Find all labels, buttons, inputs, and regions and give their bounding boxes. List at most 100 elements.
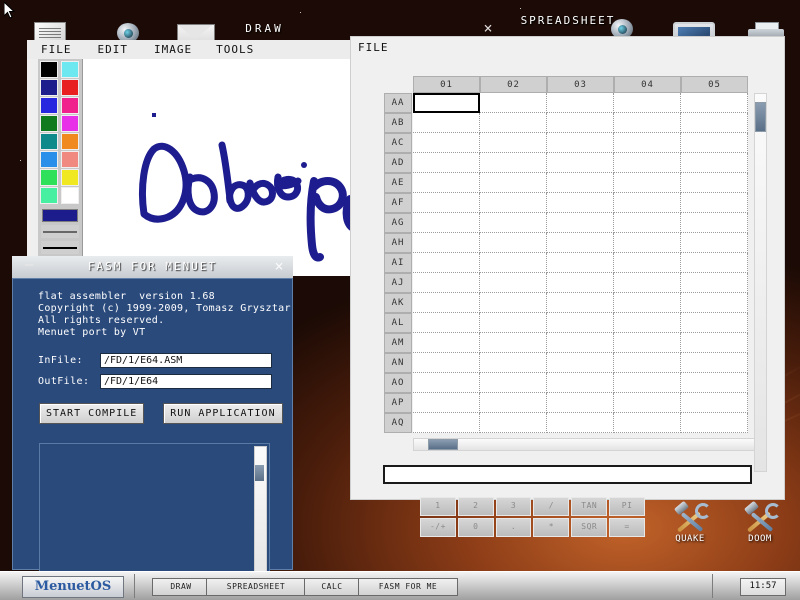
table-cell[interactable]	[547, 133, 614, 153]
table-cell[interactable]	[413, 393, 480, 413]
row-header[interactable]: AC	[384, 133, 412, 153]
calc-key[interactable]: SQR	[571, 518, 607, 537]
table-cell[interactable]	[614, 333, 681, 353]
table-cell[interactable]	[413, 113, 480, 133]
table-cell[interactable]	[480, 333, 547, 353]
calc-key[interactable]: PI	[609, 497, 645, 516]
taskbar-item-spreadsheet[interactable]: SPREADSHEET	[206, 578, 306, 596]
table-cell[interactable]	[614, 253, 681, 273]
table-cell[interactable]	[480, 193, 547, 213]
table-cell[interactable]	[614, 293, 681, 313]
table-cell[interactable]	[681, 153, 748, 173]
formula-input[interactable]	[383, 465, 752, 484]
color-swatch[interactable]	[61, 169, 79, 186]
table-cell[interactable]	[681, 333, 748, 353]
row-header[interactable]: AK	[384, 293, 412, 313]
row-header[interactable]: AM	[384, 333, 412, 353]
horizontal-scrollbar-thumb[interactable]	[428, 439, 458, 450]
table-cell[interactable]	[547, 173, 614, 193]
table-cell[interactable]	[413, 233, 480, 253]
table-row[interactable]: AE	[384, 173, 748, 193]
calc-key[interactable]: =	[609, 518, 645, 537]
table-cell[interactable]	[547, 273, 614, 293]
table-row[interactable]: AL	[384, 313, 748, 333]
spreadsheet-grid[interactable]: 01 02 03 04 05 AAABACADAEAFAGAHAIAJAKALA…	[384, 76, 748, 433]
color-swatch[interactable]	[40, 79, 58, 96]
fasm-infile-input[interactable]	[100, 353, 272, 368]
color-swatch[interactable]	[40, 151, 58, 168]
fasm-outfile-input[interactable]	[100, 374, 272, 389]
fasm-output-scrollbar[interactable]	[254, 446, 267, 575]
table-cell[interactable]	[413, 293, 480, 313]
table-cell[interactable]	[480, 373, 547, 393]
row-header[interactable]: AG	[384, 213, 412, 233]
table-cell[interactable]	[681, 173, 748, 193]
calc-key[interactable]: *	[533, 518, 569, 537]
table-cell[interactable]	[681, 213, 748, 233]
table-cell[interactable]	[413, 153, 480, 173]
desktop-icon-doom[interactable]: DOOM	[732, 500, 788, 544]
color-swatch[interactable]	[61, 133, 79, 150]
table-cell[interactable]	[413, 213, 480, 233]
color-swatch[interactable]	[40, 97, 58, 114]
row-header[interactable]: AJ	[384, 273, 412, 293]
row-header[interactable]: AE	[384, 173, 412, 193]
table-cell[interactable]	[547, 353, 614, 373]
table-cell[interactable]	[547, 253, 614, 273]
table-cell[interactable]	[614, 373, 681, 393]
taskbar-item-draw[interactable]: DRAW	[152, 578, 210, 596]
table-row[interactable]: AK	[384, 293, 748, 313]
table-cell[interactable]	[413, 333, 480, 353]
calc-key[interactable]: 1	[420, 497, 456, 516]
draw-menu-file[interactable]: FILE	[41, 43, 72, 56]
table-cell[interactable]	[413, 373, 480, 393]
table-cell[interactable]	[413, 273, 480, 293]
fasm-titlebar[interactable]: — FASM FOR MENUET ×	[12, 256, 293, 278]
table-cell[interactable]	[413, 353, 480, 373]
table-cell[interactable]	[681, 353, 748, 373]
color-swatch[interactable]	[40, 61, 58, 78]
column-header[interactable]: 05	[681, 76, 748, 93]
table-cell[interactable]	[681, 253, 748, 273]
table-cell[interactable]	[681, 313, 748, 333]
table-cell[interactable]	[614, 213, 681, 233]
table-cell[interactable]	[681, 393, 748, 413]
draw-menu-image[interactable]: IMAGE	[154, 43, 192, 56]
table-cell[interactable]	[480, 313, 547, 333]
table-cell[interactable]	[413, 253, 480, 273]
table-cell[interactable]	[547, 293, 614, 313]
table-cell[interactable]	[547, 313, 614, 333]
column-header[interactable]: 03	[547, 76, 614, 93]
color-swatch[interactable]	[61, 61, 79, 78]
row-header[interactable]: AD	[384, 153, 412, 173]
column-header[interactable]: 01	[413, 76, 480, 93]
table-cell[interactable]	[413, 133, 480, 153]
table-cell[interactable]	[681, 233, 748, 253]
table-cell[interactable]	[547, 113, 614, 133]
column-header[interactable]: 02	[480, 76, 547, 93]
color-swatch[interactable]	[40, 169, 58, 186]
spreadsheet-menu-file[interactable]: FILE	[358, 41, 389, 54]
table-cell[interactable]	[547, 333, 614, 353]
calc-key[interactable]: 2	[458, 497, 494, 516]
draw-menu-edit[interactable]: EDIT	[98, 43, 129, 56]
taskbar-item-fasm[interactable]: FASM FOR ME	[358, 578, 458, 596]
row-header[interactable]: AP	[384, 393, 412, 413]
calculator-window[interactable]: 1 2 3 / TAN PI -/+ 0 . * SQR =	[420, 497, 645, 537]
table-row[interactable]: AN	[384, 353, 748, 373]
table-cell[interactable]	[614, 413, 681, 433]
vertical-scrollbar[interactable]	[754, 93, 767, 472]
calc-key[interactable]: .	[496, 518, 532, 537]
table-cell[interactable]	[547, 153, 614, 173]
table-cell[interactable]	[413, 313, 480, 333]
table-row[interactable]: AD	[384, 153, 748, 173]
draw-menu-tools[interactable]: TOOLS	[216, 43, 254, 56]
fasm-output-scrollbar-thumb[interactable]	[255, 465, 264, 481]
color-swatch[interactable]	[61, 79, 79, 96]
draw-palette[interactable]	[38, 59, 83, 276]
table-cell[interactable]	[547, 373, 614, 393]
table-cell[interactable]	[547, 413, 614, 433]
color-swatch[interactable]	[61, 97, 79, 114]
calculator-keypad[interactable]: 1 2 3 / TAN PI -/+ 0 . * SQR =	[420, 497, 645, 537]
table-row[interactable]: AQ	[384, 413, 748, 433]
